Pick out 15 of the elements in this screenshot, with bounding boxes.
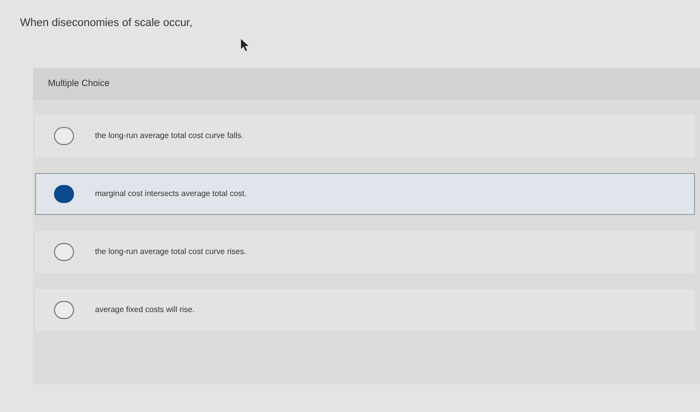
radio-button[interactable] <box>54 243 74 261</box>
option-text: marginal cost intersects average total cost. <box>95 188 247 200</box>
radio-button[interactable] <box>54 127 74 145</box>
section-label: Multiple Choice <box>48 77 110 90</box>
option-text: the long-run average total cost curve falls. <box>95 130 244 142</box>
answer-option[interactable]: the long-run average total cost curve falls. <box>35 115 695 157</box>
answer-option[interactable]: the long-run average total cost curve rises. <box>35 231 695 273</box>
answer-option[interactable]: marginal cost intersects average total cost. <box>35 173 695 215</box>
option-text: the long-run average total cost curve rises. <box>95 246 246 258</box>
option-text: average fixed costs will rise. <box>95 304 195 316</box>
answer-option[interactable]: average fixed costs will rise. <box>35 289 695 331</box>
question-text: When diseconomies of scale occur, <box>20 16 192 31</box>
radio-button[interactable] <box>54 185 74 203</box>
radio-button[interactable] <box>54 301 74 319</box>
mouse-cursor-icon <box>241 39 249 51</box>
